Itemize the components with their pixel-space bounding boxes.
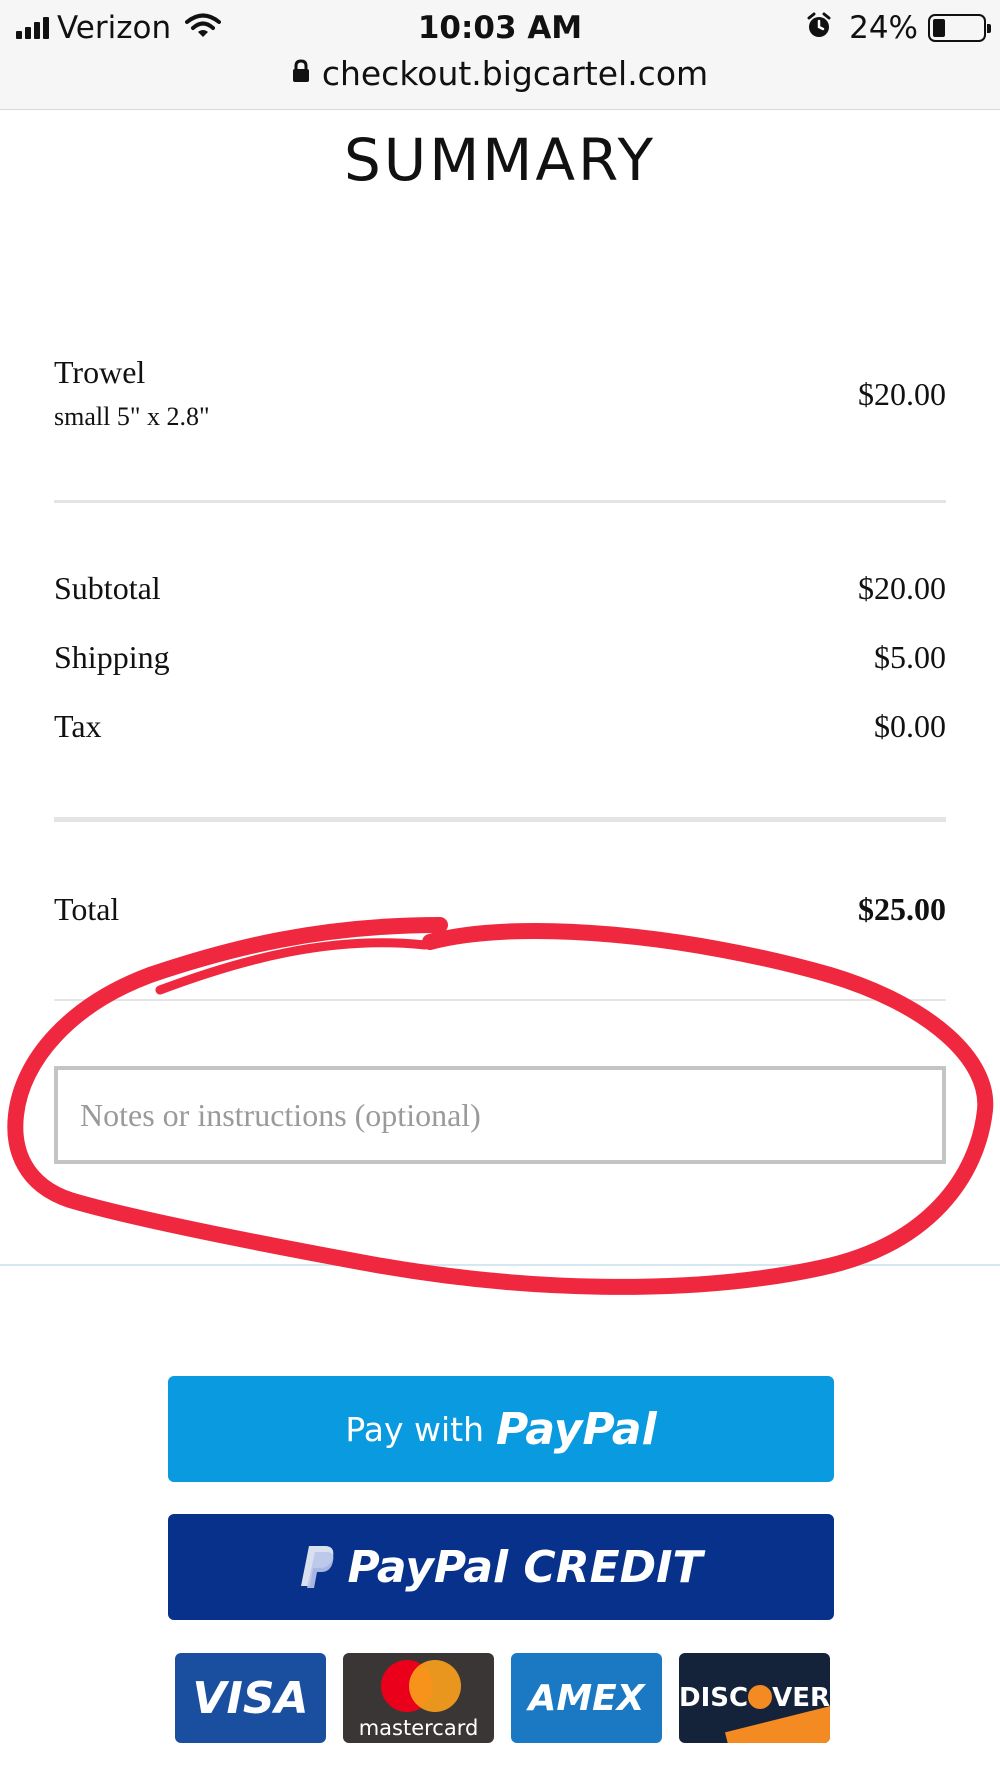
total-value: $25.00 — [858, 891, 946, 927]
accepted-cards: VISA mastercard AMEX DISC VER — [175, 1653, 830, 1743]
total-divider — [54, 999, 946, 1001]
notes-input[interactable] — [54, 1066, 946, 1164]
mastercard-label: mastercard — [358, 1716, 479, 1740]
status-bar: Verizon 10:03 AM 24% checkout.bigcartel.… — [0, 0, 1000, 110]
alarm-icon — [805, 12, 833, 44]
battery-icon — [928, 14, 991, 42]
url-text: checkout.bigcartel.com — [321, 53, 709, 93]
subtotal-row: Subtotal $20.00 — [54, 570, 946, 607]
shipping-row: Shipping $5.00 — [54, 639, 946, 676]
shipping-label: Shipping — [54, 639, 170, 675]
totals-divider — [54, 817, 946, 822]
visa-card-icon: VISA — [175, 1653, 326, 1743]
mastercard-icon: mastercard — [343, 1653, 494, 1743]
status-right: 24% — [805, 8, 991, 48]
amex-label: AMEX — [528, 1677, 645, 1719]
lock-icon — [292, 59, 310, 87]
total-row: Total $25.00 — [54, 891, 946, 928]
paypal-credit-button[interactable]: PayPal CREDIT — [168, 1514, 834, 1620]
annotation-circle — [7, 917, 994, 1295]
paypal-credit-brand: PayPal CREDIT — [347, 1541, 703, 1593]
section-divider — [0, 1264, 1000, 1266]
visa-label: VISA — [192, 1672, 309, 1724]
pay-with-paypal-button[interactable]: Pay with PayPal — [168, 1376, 834, 1482]
item-name: Trowel — [54, 354, 146, 390]
tax-value: $0.00 — [874, 708, 946, 744]
shipping-value: $5.00 — [874, 639, 946, 675]
page-title: SUMMARY — [343, 126, 657, 194]
battery-level — [933, 19, 945, 37]
paypal-brand: PayPal — [496, 1403, 657, 1455]
discover-card-icon: DISC VER — [679, 1653, 830, 1743]
amex-card-icon: AMEX — [511, 1653, 662, 1743]
tax-row: Tax $0.00 — [54, 708, 946, 745]
paypal-prefix: Pay with — [345, 1409, 484, 1449]
battery-cap — [987, 24, 991, 33]
item-price: $20.00 — [858, 376, 946, 412]
mastercard-circles — [373, 1660, 465, 1714]
discover-label: DISC VER — [679, 1683, 830, 1713]
total-label: Total — [54, 891, 120, 927]
subtotal-value: $20.00 — [858, 570, 946, 606]
mastercard-orange-circle — [408, 1660, 461, 1712]
address-bar[interactable]: checkout.bigcartel.com — [0, 50, 1000, 96]
battery-percent: 24% — [849, 10, 918, 46]
item-divider — [54, 500, 946, 503]
subtotal-label: Subtotal — [54, 570, 161, 606]
tax-label: Tax — [54, 708, 102, 744]
paypal-logo-icon — [299, 1544, 337, 1591]
item-option: small 5" x 2.8" — [54, 402, 210, 431]
